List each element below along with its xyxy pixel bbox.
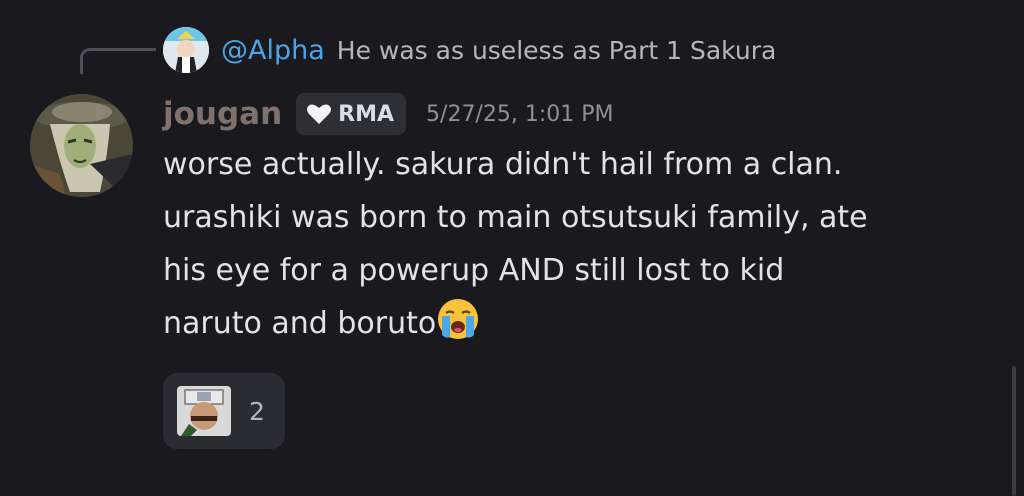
scrollbar[interactable]: [1012, 366, 1016, 496]
reaction-count: 2: [249, 396, 265, 426]
server-tag-label: RMA: [338, 101, 395, 127]
reply-text[interactable]: He was as useless as Part 1 Sakura: [337, 36, 777, 65]
message-line-last: naruto and boruto: [163, 297, 1003, 350]
reply-author-mention[interactable]: @Alpha: [221, 35, 325, 66]
timestamp[interactable]: 5/27/25, 1:01 PM: [426, 102, 613, 127]
message-line: worse actually. sakura didn't hail from …: [163, 147, 843, 182]
avatar[interactable]: [30, 94, 133, 197]
username[interactable]: jougan: [163, 96, 282, 132]
message-line: urashiki was born to main otsutsuki fami…: [163, 200, 868, 235]
message-content: worse actually. sakura didn't hail from …: [163, 138, 1003, 350]
reply-connector: [80, 48, 156, 74]
reaction-emoji-image: [177, 386, 231, 436]
reaction-button[interactable]: 2: [163, 373, 285, 449]
white-heart-icon: [307, 104, 332, 124]
reply-preview[interactable]: @Alpha He was as useless as Part 1 Sakur…: [163, 26, 776, 74]
discord-message: @Alpha He was as useless as Part 1 Sakur…: [0, 0, 1024, 496]
message-header: jougan RMA 5/27/25, 1:01 PM: [163, 90, 613, 138]
loudly-crying-face-icon[interactable]: [436, 297, 480, 341]
message-line-text: naruto and boruto: [163, 306, 437, 341]
message-line: his eye for a powerup AND still lost to …: [163, 253, 785, 288]
server-tag[interactable]: RMA: [296, 93, 407, 135]
reply-avatar[interactable]: [163, 27, 209, 73]
